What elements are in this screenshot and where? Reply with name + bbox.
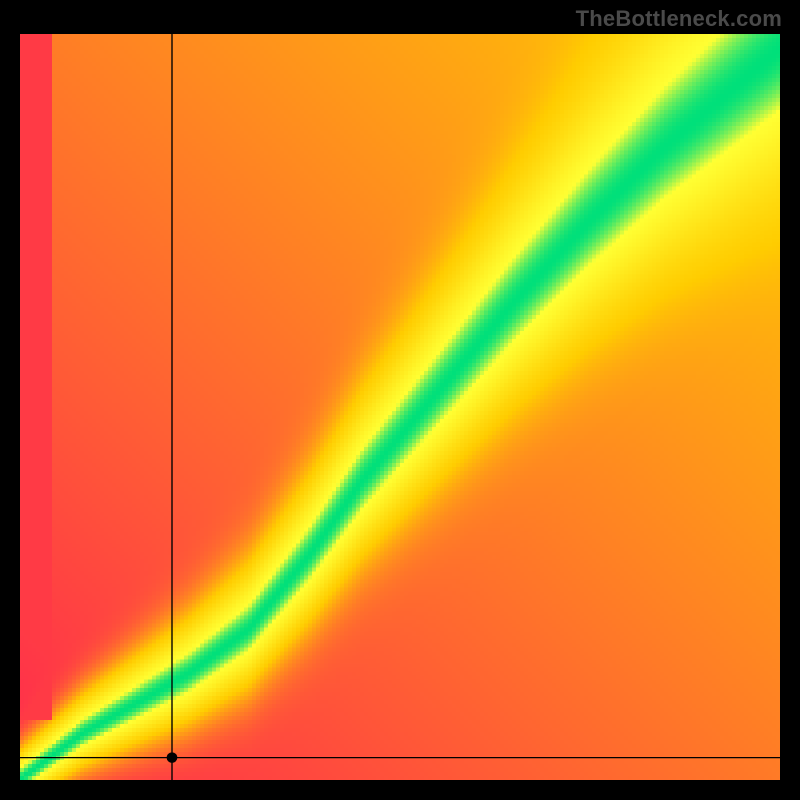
bottleneck-heatmap [20,34,780,780]
watermark-label: TheBottleneck.com [576,6,782,32]
chart-frame: TheBottleneck.com [0,0,800,800]
